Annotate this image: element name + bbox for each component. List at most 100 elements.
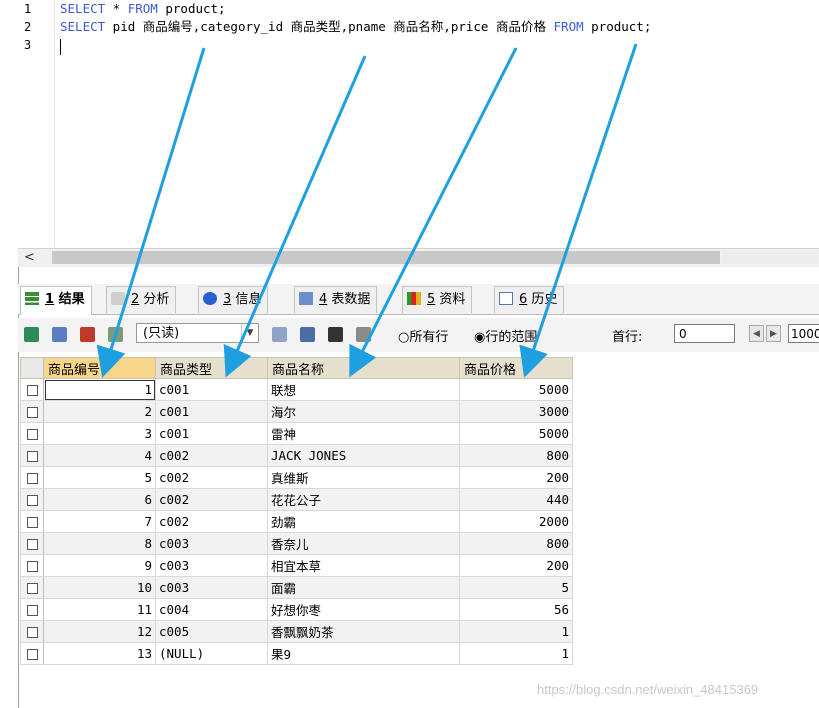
cell-price[interactable]: 200	[459, 554, 573, 577]
chevron-down-icon[interactable]: ▼	[241, 324, 258, 342]
cell-category[interactable]: c003	[155, 554, 268, 577]
table-row[interactable]: 2 c001 海尔 3000	[20, 400, 573, 423]
cell-price[interactable]: 1	[459, 620, 573, 643]
select-all-header[interactable]	[20, 357, 44, 379]
cell-category[interactable]: c004	[155, 598, 268, 621]
table-row[interactable]: 1 c001 联想 5000	[20, 378, 573, 401]
table-row[interactable]: 6 c002 花花公子 440	[20, 488, 573, 511]
table-row[interactable]: 12 c005 香飘飘奶茶 1	[20, 620, 573, 643]
row-checkbox[interactable]	[26, 385, 38, 396]
cell-pid[interactable]: 9	[43, 554, 156, 577]
cell-pname[interactable]: 香飘飘奶茶	[267, 620, 460, 643]
tab-history[interactable]: 6 历史	[494, 286, 565, 313]
next-page-button[interactable]: ▶	[766, 325, 781, 342]
sql-editor[interactable]: 1 2 3 SELECT * FROM product; SELECT pid …	[18, 0, 819, 248]
first-row-input[interactable]: 0	[674, 324, 735, 343]
cell-pname[interactable]: 雷神	[267, 422, 460, 445]
row-checkbox[interactable]	[26, 627, 38, 638]
row-checkbox[interactable]	[26, 561, 38, 572]
row-select-cell[interactable]	[20, 422, 44, 445]
table-row[interactable]: 10 c003 面霸 5	[20, 576, 573, 599]
cell-category[interactable]: c002	[155, 510, 268, 533]
cell-category[interactable]: (NULL)	[155, 642, 268, 665]
row-select-cell[interactable]	[20, 532, 44, 555]
prev-page-button[interactable]: ◀	[749, 325, 764, 342]
cell-pname[interactable]: 相宜本草	[267, 554, 460, 577]
delete-row-icon[interactable]	[80, 327, 95, 342]
cell-category[interactable]: c003	[155, 576, 268, 599]
cell-pname[interactable]: 面霸	[267, 576, 460, 599]
horizontal-scrollbar[interactable]: <	[18, 248, 819, 267]
cell-pid[interactable]: 13	[43, 642, 156, 665]
row-select-cell[interactable]	[20, 444, 44, 467]
cell-price[interactable]: 1	[459, 642, 573, 665]
row-select-cell[interactable]	[20, 598, 44, 621]
row-checkbox[interactable]	[26, 539, 38, 550]
column-header-category[interactable]: 商品类型	[155, 357, 268, 379]
row-checkbox[interactable]	[26, 605, 38, 616]
tab-profile[interactable]: 5 资料	[402, 286, 473, 313]
cell-category[interactable]: c002	[155, 488, 268, 511]
tab-table-data[interactable]: 4 表数据	[294, 286, 378, 313]
cell-pid[interactable]: 4	[43, 444, 156, 467]
cell-price[interactable]: 56	[459, 598, 573, 621]
cell-price[interactable]: 440	[459, 488, 573, 511]
scroll-track[interactable]	[722, 251, 817, 264]
cell-price[interactable]: 200	[459, 466, 573, 489]
cell-pname[interactable]: 香奈儿	[267, 532, 460, 555]
cell-price[interactable]: 5	[459, 576, 573, 599]
column-header-pid[interactable]: 商品编号	[43, 357, 156, 379]
table-row[interactable]: 3 c001 雷神 5000	[20, 422, 573, 445]
row-checkbox[interactable]	[26, 495, 38, 506]
column-header-pname[interactable]: 商品名称	[267, 357, 460, 379]
table-row[interactable]: 7 c002 劲霸 2000	[20, 510, 573, 533]
cell-category[interactable]: c002	[155, 444, 268, 467]
scroll-left-arrow[interactable]: <	[24, 249, 35, 267]
export-icon[interactable]	[272, 327, 287, 342]
disk-icon[interactable]	[300, 327, 315, 342]
tab-analysis[interactable]: 2 分析	[106, 286, 177, 313]
cell-price[interactable]: 5000	[459, 422, 573, 445]
row-checkbox[interactable]	[26, 451, 38, 462]
radio-row-range[interactable]: ◉行的范围	[474, 326, 537, 345]
cell-pid[interactable]: 6	[43, 488, 156, 511]
cell-price[interactable]: 800	[459, 532, 573, 555]
cell-price[interactable]: 800	[459, 444, 573, 467]
scroll-thumb[interactable]	[52, 251, 720, 264]
cell-price[interactable]: 2000	[459, 510, 573, 533]
code-line-1[interactable]: SELECT * FROM product;	[60, 0, 651, 18]
cell-pname[interactable]: 联想	[267, 378, 460, 401]
row-select-cell[interactable]	[20, 488, 44, 511]
cancel-icon[interactable]	[356, 327, 371, 342]
row-select-cell[interactable]	[20, 400, 44, 423]
code-line-2[interactable]: SELECT pid 商品编号,category_id 商品类型,pname 商…	[60, 18, 651, 36]
row-select-cell[interactable]	[20, 510, 44, 533]
row-select-cell[interactable]	[20, 642, 44, 665]
table-row[interactable]: 5 c002 真维斯 200	[20, 466, 573, 489]
cell-category[interactable]: c001	[155, 422, 268, 445]
cell-pname[interactable]: 真维斯	[267, 466, 460, 489]
row-select-cell[interactable]	[20, 620, 44, 643]
cell-pid[interactable]: 3	[43, 422, 156, 445]
row-select-cell[interactable]	[20, 576, 44, 599]
cell-pname[interactable]: 劲霸	[267, 510, 460, 533]
insert-row-icon[interactable]	[24, 327, 39, 342]
row-select-cell[interactable]	[20, 466, 44, 489]
cell-pname[interactable]: 花花公子	[267, 488, 460, 511]
cell-pid[interactable]: 2	[43, 400, 156, 423]
cell-pname[interactable]: JACK JONES	[267, 444, 460, 467]
cell-pid[interactable]: 1	[43, 378, 156, 401]
cell-pid[interactable]: 8	[43, 532, 156, 555]
row-count-input[interactable]: 1000	[788, 324, 819, 343]
cell-price[interactable]: 3000	[459, 400, 573, 423]
row-checkbox[interactable]	[26, 517, 38, 528]
row-checkbox[interactable]	[26, 429, 38, 440]
tab-info[interactable]: 3 信息	[198, 286, 269, 313]
table-row[interactable]: 11 c004 好想你枣 56	[20, 598, 573, 621]
row-checkbox[interactable]	[26, 649, 38, 660]
cell-price[interactable]: 5000	[459, 378, 573, 401]
code-area[interactable]: SELECT * FROM product; SELECT pid 商品编号,c…	[60, 0, 651, 54]
edit-mode-select[interactable]: (只读) ▼	[136, 323, 259, 343]
cell-category[interactable]: c001	[155, 400, 268, 423]
cell-pname[interactable]: 海尔	[267, 400, 460, 423]
